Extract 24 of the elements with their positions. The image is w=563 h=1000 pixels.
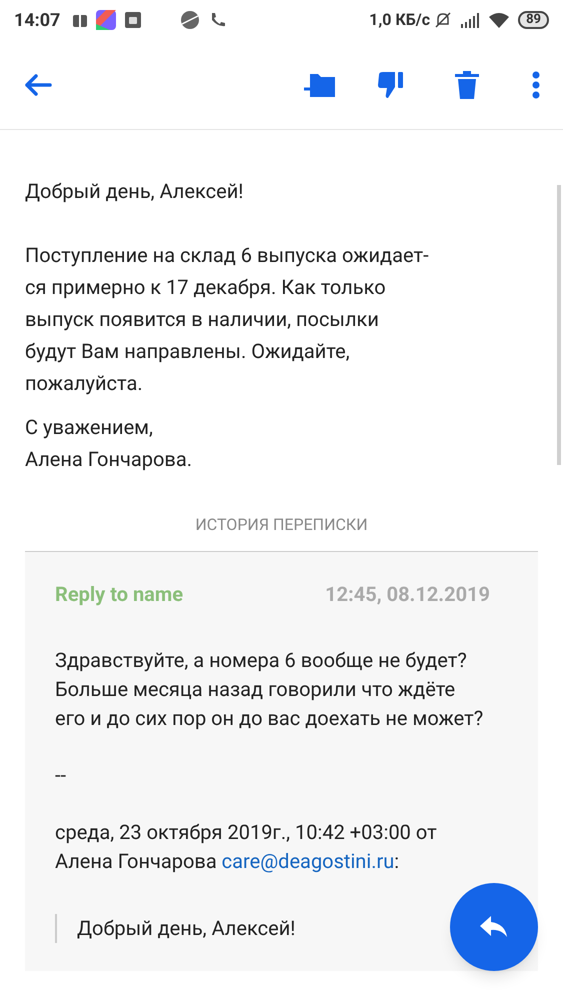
greeting: Добрый день, Алексей! [25, 178, 244, 205]
muted-bell-icon [434, 11, 452, 29]
app-icon [124, 11, 142, 29]
app-icon [72, 12, 88, 28]
battery-level: 89 [518, 11, 549, 29]
email-link[interactable]: care@deagostini.ru [222, 849, 394, 873]
message-body: Поступление на склад 6 выпуска ожидает- ся примерно к 17 декабря. Как только выпуск появится в наличии, посылки будут Вам направлены. Ожидайте, пожалуйста. [25, 242, 430, 397]
sender-name: Reply to name [55, 581, 184, 608]
quoted-text: Добрый день, Алексей! [77, 915, 296, 942]
app-icon [96, 10, 116, 30]
network-speed: 1,0 КБ/с [369, 9, 430, 31]
history-text: Здравствуйте, а номера 6 вообще не будет? Больше месяца назад говорили что ждёте его и до сих пор он до вас доехать не может? [55, 647, 484, 732]
reply-icon [479, 915, 509, 939]
wifi-icon [488, 12, 510, 28]
delete-button[interactable] [453, 68, 481, 100]
scrollbar[interactable] [557, 185, 561, 465]
message-date: 12:45, 08.12.2019 [325, 581, 490, 608]
signal-icon [460, 12, 480, 28]
more-button[interactable] [531, 68, 541, 100]
signature: С уважением, Алена Гончарова. [25, 414, 193, 473]
status-time: 14:07 [14, 8, 60, 32]
separator-text: -- [55, 762, 68, 789]
quote-header: среда, 23 октября 2019г., 10:42 +03:00 от Алена Гончарова care@deagostini.ru: [55, 819, 438, 875]
history-label: ИСТОРИЯ ПЕРЕПИСКИ [195, 515, 368, 534]
